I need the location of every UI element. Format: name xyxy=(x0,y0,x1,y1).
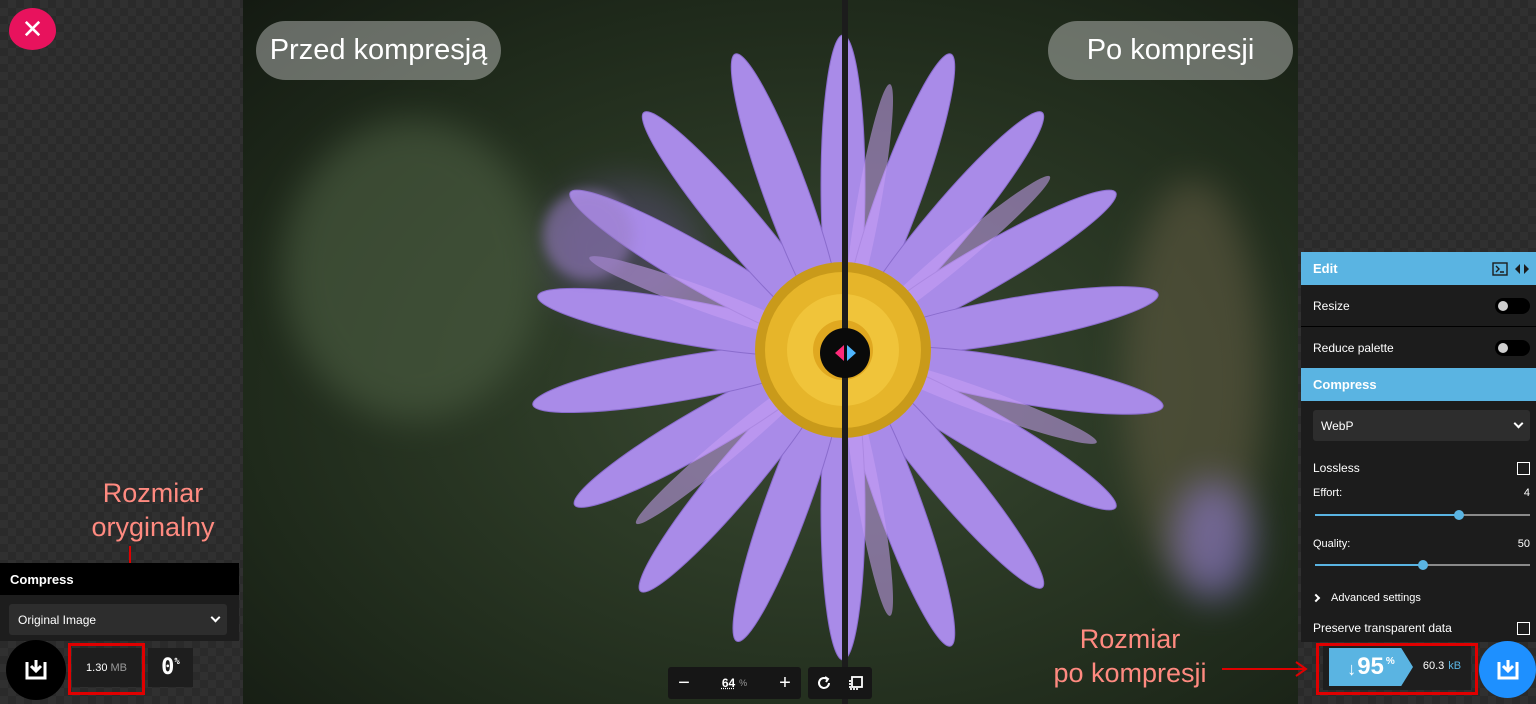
annotation-line: oryginalny xyxy=(91,512,215,542)
format-value: WebP xyxy=(1321,418,1354,433)
slider-track-rest xyxy=(1422,564,1530,566)
lossless-label: Lossless xyxy=(1313,461,1360,475)
quality-row: Quality: 50 xyxy=(1301,531,1536,557)
effort-slider-thumb[interactable] xyxy=(1454,510,1465,520)
label-before-compression: Przed kompresją xyxy=(256,21,501,80)
arrow-left-icon xyxy=(834,345,844,361)
original-percent-readout: 0 % xyxy=(148,648,193,687)
zoom-in-button[interactable]: + xyxy=(769,667,801,699)
lossless-row: Lossless xyxy=(1301,456,1536,480)
arrow-right-icon xyxy=(846,345,856,361)
preserve-transparent-row: Preserve transparent data xyxy=(1301,613,1536,643)
annotation-line: Rozmiar xyxy=(1079,624,1181,654)
preserve-transparent-label: Preserve transparent data xyxy=(1313,621,1452,635)
quality-value: 50 xyxy=(1517,538,1530,550)
aster-flower-image xyxy=(532,34,1164,661)
resize-toggle[interactable] xyxy=(1495,297,1530,314)
quality-label: Quality: xyxy=(1313,538,1351,550)
left-compress-panel: Compress Original Image xyxy=(0,563,239,641)
lossless-checkbox[interactable] xyxy=(1517,461,1530,475)
divider-handle[interactable] xyxy=(820,328,870,378)
reduce-palette-row: Reduce palette xyxy=(1301,327,1536,368)
chevron-right-icon xyxy=(1311,593,1321,602)
left-panel-title: Compress xyxy=(0,563,239,595)
rotate-button[interactable] xyxy=(808,667,840,699)
advanced-settings-row[interactable]: Advanced settings xyxy=(1301,582,1536,613)
chevron-down-icon xyxy=(210,612,221,623)
compress-section-header: Compress xyxy=(1301,368,1536,401)
annotation-original-size: Rozmiar oryginalny xyxy=(78,476,228,544)
background-icon xyxy=(849,676,863,690)
terminal-icon[interactable] xyxy=(1492,262,1508,276)
original-percent-unit: % xyxy=(174,656,180,667)
toggle-knob xyxy=(1498,342,1508,353)
annotation-arrow-right xyxy=(1222,661,1308,677)
flower-bud xyxy=(543,190,633,280)
edit-section-header: Edit xyxy=(1301,252,1536,285)
chevron-down-icon xyxy=(1513,418,1524,429)
zoom-unit: % xyxy=(739,678,748,688)
download-icon xyxy=(25,660,47,680)
select-value: Original Image xyxy=(18,612,97,627)
zoom-level-input[interactable]: 64 % xyxy=(700,667,769,699)
background-toggle-button[interactable] xyxy=(840,667,872,699)
original-percent-value: 0 xyxy=(161,655,175,680)
annotation-compressed-size: Rozmiar po kompresji xyxy=(1030,622,1230,690)
image-comparison-view[interactable] xyxy=(243,0,1298,704)
effort-row: Effort: 4 xyxy=(1301,480,1536,506)
highlight-original-size xyxy=(68,643,145,695)
preserve-transparent-checkbox[interactable] xyxy=(1517,621,1530,635)
download-original-button[interactable] xyxy=(6,640,66,700)
zoom-value: 64 xyxy=(721,676,736,690)
effort-label: Effort: xyxy=(1313,487,1343,499)
edit-title: Edit xyxy=(1313,261,1338,276)
download-compressed-button[interactable] xyxy=(1479,641,1536,698)
annotation-line: po kompresji xyxy=(1053,658,1207,688)
annotation-line: Rozmiar xyxy=(102,478,204,508)
zoom-out-button[interactable]: − xyxy=(668,667,700,699)
rotate-icon xyxy=(818,676,830,689)
slider-track-rest xyxy=(1459,514,1530,516)
download-icon xyxy=(1497,659,1518,679)
highlight-compressed-size xyxy=(1316,643,1478,695)
effort-slider[interactable] xyxy=(1315,510,1530,520)
view-toolbar xyxy=(808,667,872,699)
reduce-palette-toggle[interactable] xyxy=(1495,339,1530,356)
quality-slider-wrap xyxy=(1301,557,1536,582)
effort-slider-wrap xyxy=(1301,506,1536,531)
compress-title: Compress xyxy=(1313,377,1377,392)
toggle-knob xyxy=(1498,300,1508,311)
close-icon: ✕ xyxy=(21,13,44,44)
label-after-compression: Po kompresji xyxy=(1048,21,1293,80)
zoom-toolbar: − 64 % + xyxy=(668,667,801,699)
app-canvas: Przed kompresją Po kompresji ✕ Rozmiar o… xyxy=(0,0,1536,704)
reduce-palette-label: Reduce palette xyxy=(1313,340,1394,355)
original-format-select[interactable]: Original Image xyxy=(9,604,227,635)
resize-row: Resize xyxy=(1301,285,1536,326)
effort-value: 4 xyxy=(1523,487,1530,499)
resize-label: Resize xyxy=(1313,298,1350,313)
right-settings-panel: Edit Resize Reduce palette Compress WebP xyxy=(1301,252,1536,642)
quality-slider-thumb[interactable] xyxy=(1417,560,1428,570)
format-select-wrap: WebP xyxy=(1301,401,1536,456)
swap-sides-icon[interactable] xyxy=(1514,263,1530,275)
close-button[interactable]: ✕ xyxy=(9,8,56,50)
quality-slider[interactable] xyxy=(1315,560,1530,570)
format-select[interactable]: WebP xyxy=(1313,410,1530,441)
advanced-settings-label: Advanced settings xyxy=(1331,591,1421,604)
